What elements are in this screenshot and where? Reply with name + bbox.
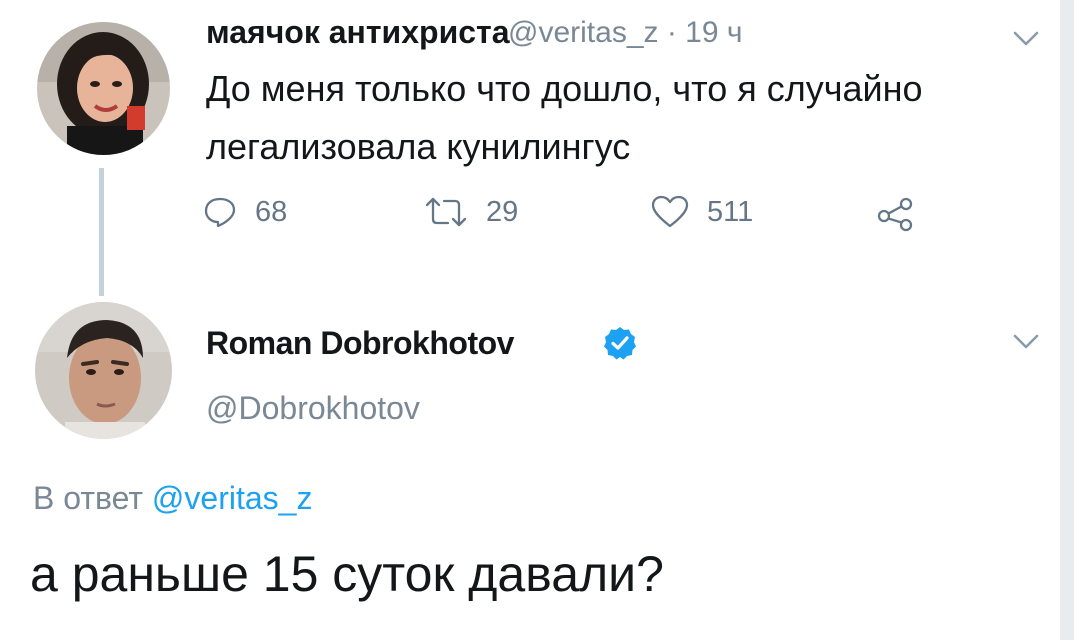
tweet1-text: До меня только что дошло, что я случайно… — [206, 68, 923, 167]
separator-dot: · — [658, 16, 686, 49]
verified-badge — [602, 325, 638, 366]
share-button[interactable] — [876, 196, 934, 232]
reply-button[interactable]: 68 — [203, 195, 287, 229]
reply-mention-link[interactable]: @veritas_z — [152, 480, 313, 516]
verified-badge-icon — [604, 327, 636, 360]
tweet1-menu-chevron[interactable] — [1012, 30, 1040, 53]
retweet-icon — [425, 197, 467, 227]
tweet1-handle-time: @veritas_z · 19 ч — [508, 16, 743, 50]
retweet-button[interactable]: 29 — [424, 195, 518, 229]
tweet2-menu-chevron[interactable] — [1012, 333, 1040, 356]
tweet2-text: а раньше 15 суток давали? — [30, 546, 664, 602]
reply-context: В ответ @veritas_z — [33, 480, 312, 517]
reply-icon — [204, 197, 236, 228]
chevron-down-icon — [1013, 31, 1039, 46]
heart-icon — [651, 195, 689, 228]
reply-count: 68 — [255, 195, 288, 228]
share-icon — [877, 197, 913, 232]
reply-prefix: В ответ — [33, 480, 152, 516]
tweet1-handle[interactable]: @veritas_z — [508, 16, 659, 49]
retweet-count: 29 — [486, 195, 519, 228]
tweet1-author-name[interactable]: маячок антихриста — [206, 14, 510, 51]
chevron-down-icon — [1013, 334, 1039, 349]
author-avatar[interactable] — [37, 22, 170, 155]
avatar-woman-icon — [37, 22, 170, 155]
tweet2-handle[interactable]: @Dobrokhotov — [206, 390, 420, 427]
like-count: 511 — [707, 195, 754, 228]
avatar-man-icon — [35, 302, 172, 439]
replier-avatar[interactable] — [35, 302, 172, 439]
like-button[interactable]: 511 — [651, 195, 753, 229]
thread-connector-line — [99, 168, 104, 296]
tweet-thread-screen: маячок антихриста @veritas_z · 19 ч До м… — [0, 0, 1074, 640]
window-edge — [1060, 0, 1074, 640]
tweet2-author-name[interactable]: Roman Dobrokhotov — [206, 325, 514, 362]
tweet1-timestamp[interactable]: 19 ч — [685, 16, 742, 49]
